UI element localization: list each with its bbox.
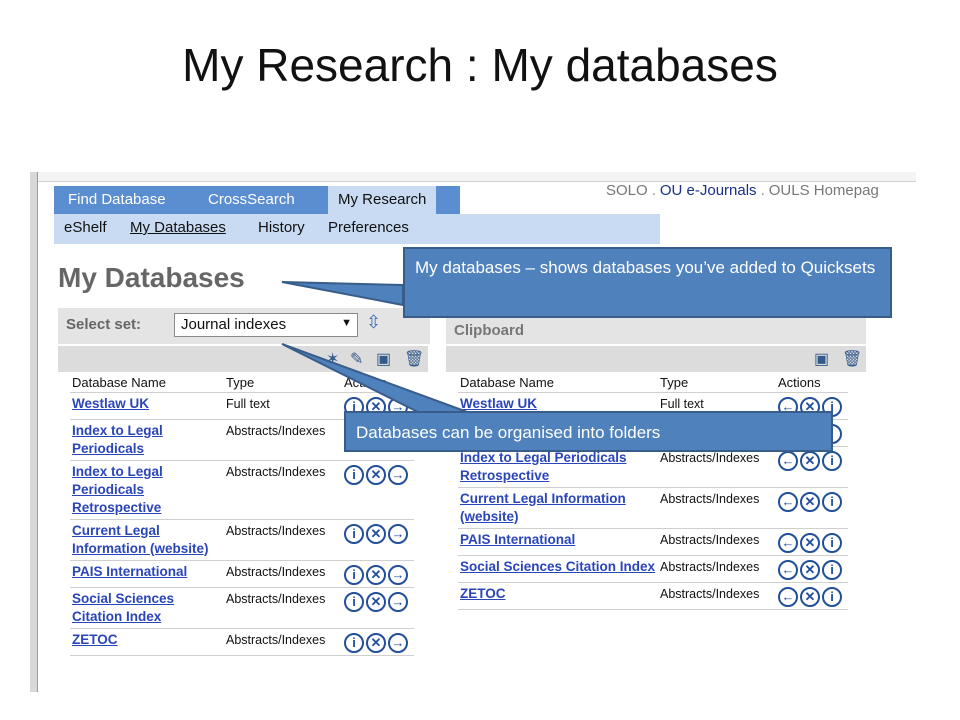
callout-folders: Databases can be organised into folders — [344, 411, 833, 452]
callout-pointer-folders — [281, 343, 471, 414]
callout-my-databases: My databases – shows databases you’ve ad… — [403, 247, 892, 318]
callout-pointer-my-databases — [281, 281, 404, 307]
callout-pointers — [281, 281, 471, 414]
